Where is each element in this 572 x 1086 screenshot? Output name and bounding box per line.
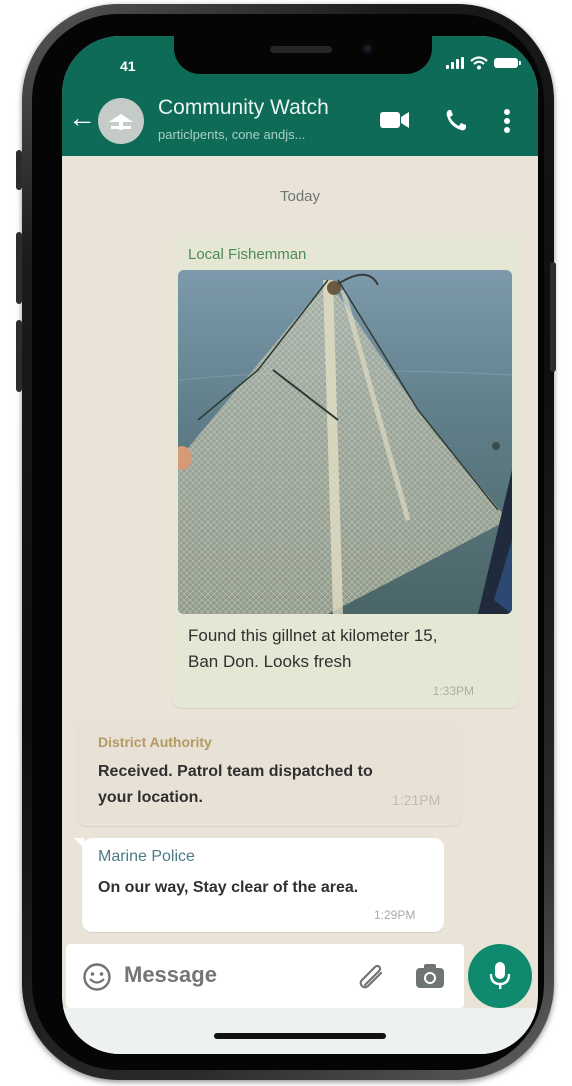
- group-avatar[interactable]: [98, 98, 144, 144]
- volume-up-button: [16, 232, 22, 304]
- chat-participants[interactable]: particlpents, cone andjs...: [158, 127, 305, 142]
- gillnet-photo-image: [178, 270, 512, 614]
- message-sender: Marine Police: [98, 848, 195, 865]
- message-timestamp: 1:21PM: [392, 792, 441, 808]
- notch: [174, 36, 432, 74]
- chat-header: 41 ← Community Watch particlpents, cone …: [62, 36, 538, 156]
- speaker-grille: [270, 46, 332, 53]
- camera-icon[interactable]: [414, 962, 446, 990]
- voice-call-icon[interactable]: [444, 108, 468, 132]
- message-timestamp: 1:33PM: [432, 684, 474, 698]
- message-text-line-1: On our way, Stay clear of the area.: [98, 879, 359, 896]
- message-timestamp: 1:29PM: [374, 908, 416, 922]
- message-text-line-2: your location.: [98, 789, 203, 806]
- chat-title[interactable]: Community Watch: [158, 96, 329, 120]
- message-text-line-1: Found this gillnet at kilometer 15,: [188, 626, 438, 645]
- attach-paperclip-icon[interactable]: [356, 961, 388, 993]
- group-avatar-icon: [109, 114, 133, 130]
- message-bubble-district-authority[interactable]: District Authority Received. Patrol team…: [68, 722, 462, 826]
- message-text-line-1: Received. Patrol team dispatched to: [98, 763, 373, 780]
- mute-switch: [16, 150, 22, 190]
- volume-down-button: [16, 320, 22, 392]
- status-time: 41: [120, 58, 136, 74]
- home-indicator[interactable]: [214, 1033, 386, 1039]
- message-list: Today Local Fishemman Found this gillnet…: [62, 156, 538, 946]
- message-composer: [66, 944, 464, 1008]
- emoji-icon[interactable]: [82, 962, 112, 992]
- front-camera: [361, 42, 374, 55]
- microphone-button[interactable]: [468, 944, 532, 1008]
- message-bubble-marine-police[interactable]: Marine Police On our way, Stay clear of …: [74, 838, 444, 932]
- date-separator: Today: [279, 188, 321, 205]
- battery-icon: [494, 58, 521, 68]
- arrow-left-icon[interactable]: ←: [68, 104, 96, 132]
- status-icons: [446, 56, 521, 70]
- more-options-icon[interactable]: [503, 108, 511, 134]
- video-call-icon[interactable]: [380, 111, 410, 129]
- power-button: [550, 262, 556, 372]
- microphone-icon: [489, 962, 511, 989]
- message-bubble-local-fisherman[interactable]: Local Fishemman Found this gillnet at ki…: [172, 234, 528, 708]
- wifi-icon: [470, 56, 488, 70]
- message-sender: Local Fishemman: [188, 246, 307, 263]
- bottom-safe-area: [62, 1008, 538, 1054]
- message-sender: District Authority: [98, 734, 212, 750]
- phone-screen: 41 ← Community Watch particlpents, cone …: [62, 36, 538, 1054]
- gillnet-photo[interactable]: [178, 270, 512, 614]
- message-text-line-2: Ban Don. Looks fresh: [188, 652, 352, 671]
- message-input[interactable]: [124, 962, 324, 988]
- cellular-signal-icon: [446, 57, 464, 69]
